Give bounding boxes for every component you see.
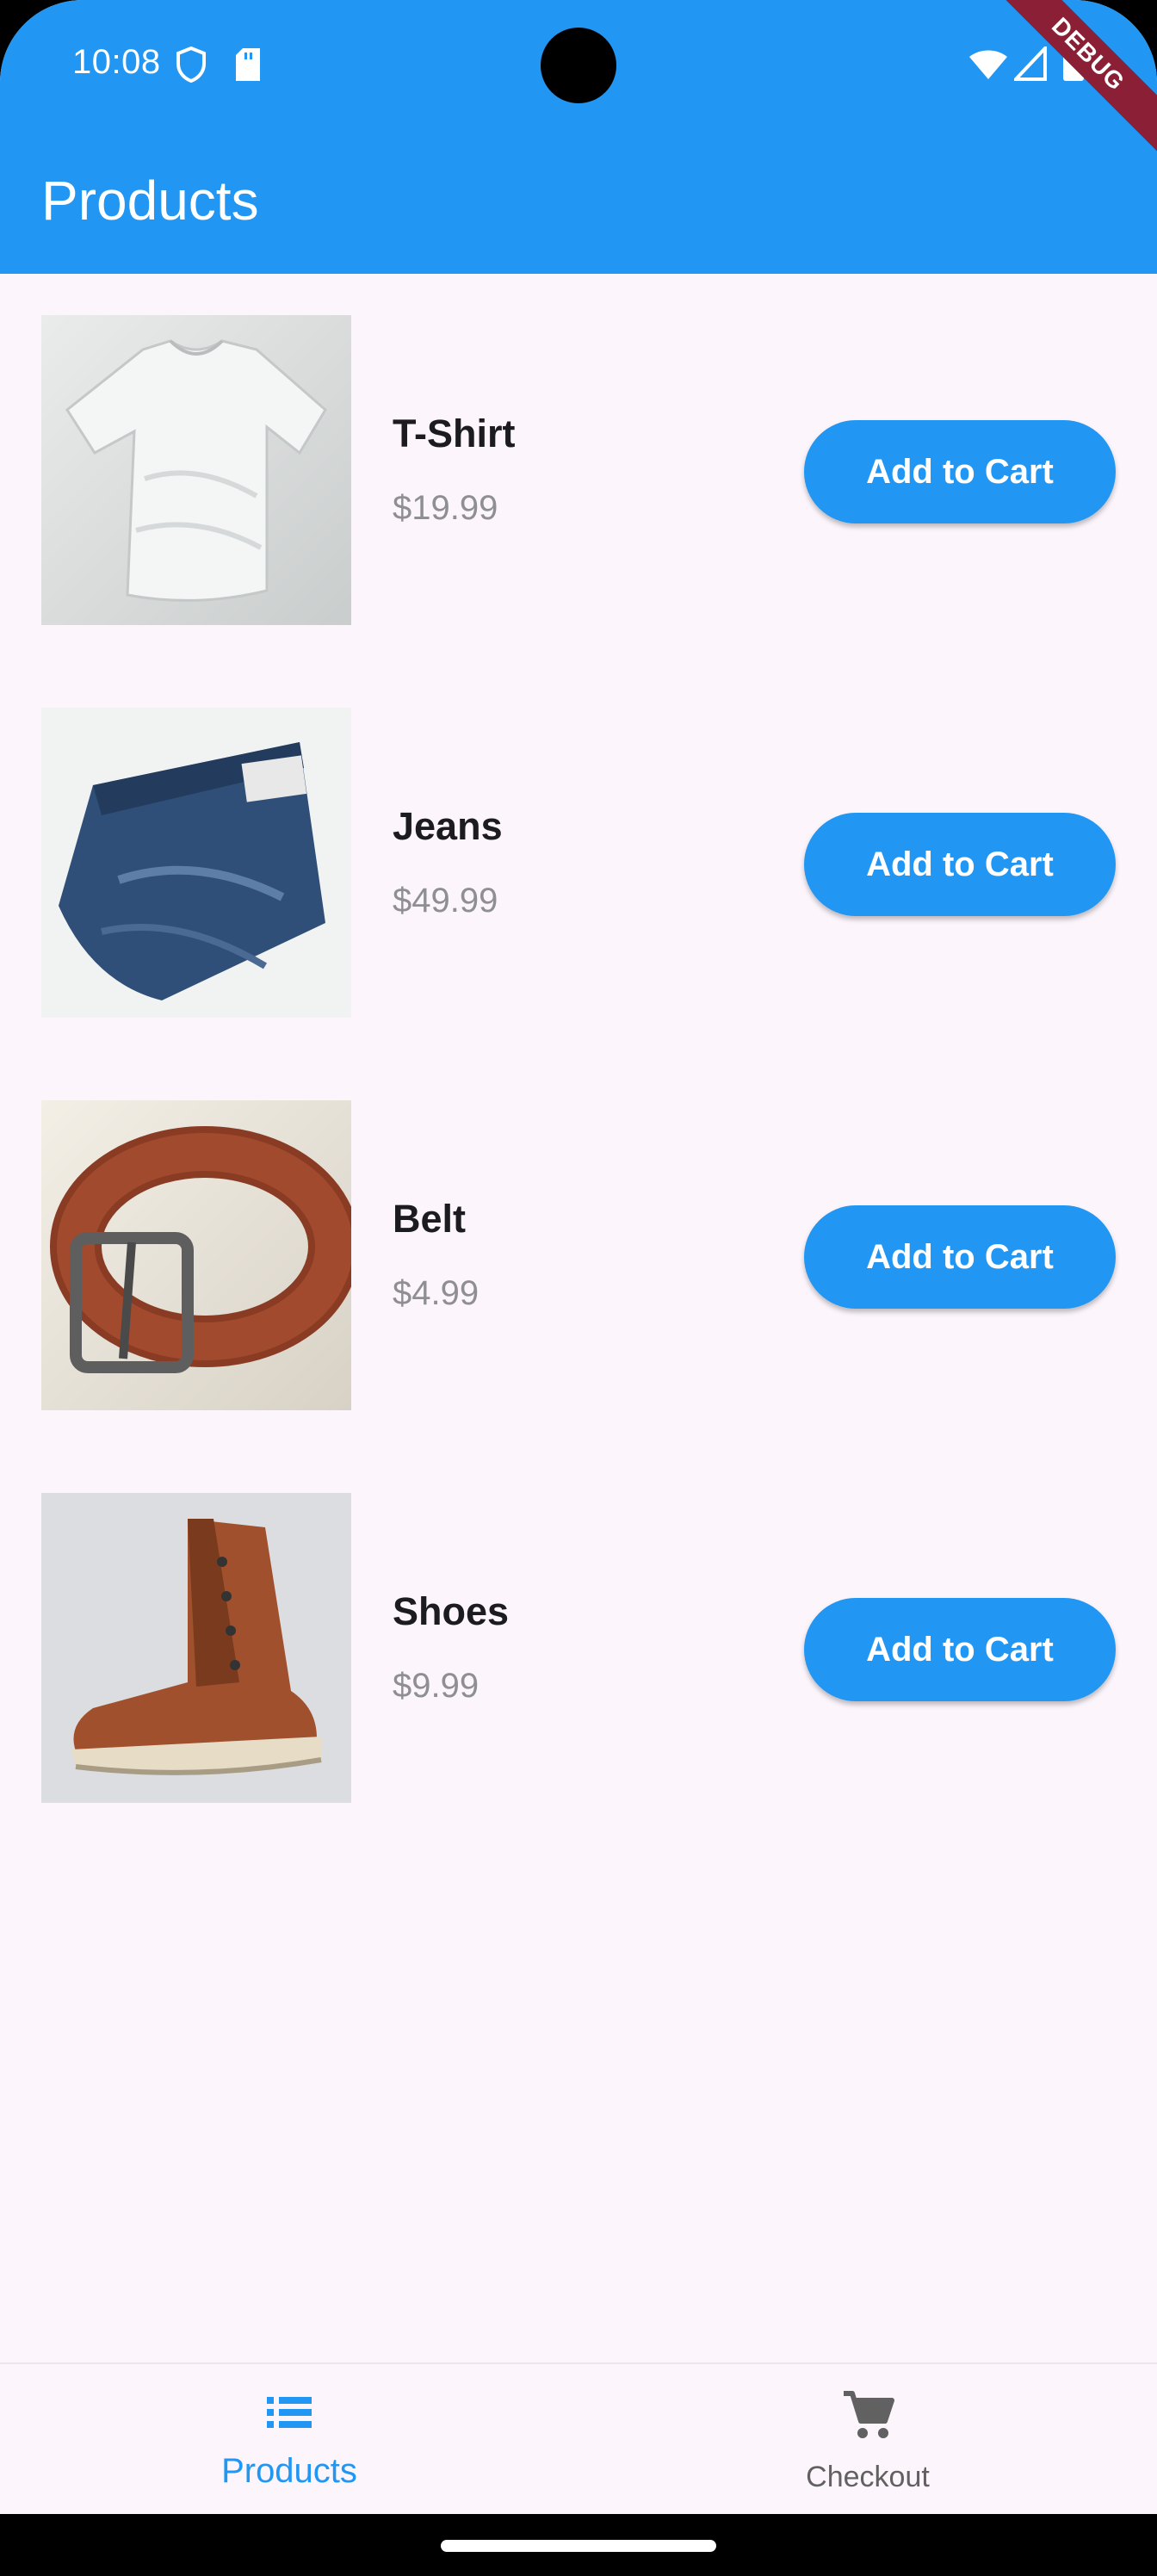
wifi-icon: [968, 46, 1009, 85]
product-name: Jeans: [393, 804, 503, 848]
sd-card-icon: [234, 48, 262, 85]
gesture-bar[interactable]: [441, 2540, 716, 2552]
page-title: Products: [41, 170, 259, 232]
add-to-cart-button[interactable]: Add to Cart: [804, 813, 1116, 916]
jeans-image: [41, 708, 351, 1018]
nav-item-products[interactable]: Products: [0, 2364, 578, 2514]
product-row: Belt $4.99 Add to Cart: [0, 1059, 1157, 1410]
status-time: 10:08: [72, 43, 161, 81]
nav-label-products: Products: [221, 2452, 357, 2490]
product-name: Belt: [393, 1197, 467, 1241]
signal-icon: [1012, 43, 1047, 85]
tshirt-image: [41, 315, 351, 625]
front-camera: [541, 28, 616, 103]
cart-icon: [840, 2387, 895, 2446]
add-to-cart-button[interactable]: Add to Cart: [804, 1205, 1116, 1309]
add-to-cart-button[interactable]: Add to Cart: [804, 420, 1116, 523]
product-row: Shoes $9.99 Add to Cart: [0, 1452, 1157, 1803]
product-row: Jeans $49.99 Add to Cart: [0, 666, 1157, 1018]
bottom-navigation: Products Checkout: [0, 2362, 1157, 2514]
belt-image: [41, 1100, 351, 1410]
app-bar: 10:08 Products DEBUG: [0, 0, 1157, 274]
product-price: $4.99: [393, 1274, 480, 1312]
product-price: $49.99: [393, 882, 498, 920]
product-name: T-Shirt: [393, 412, 516, 455]
nav-item-checkout[interactable]: Checkout: [578, 2364, 1157, 2514]
list-icon: [263, 2387, 315, 2443]
product-price: $19.99: [393, 489, 498, 527]
product-row: T-Shirt $19.99 Add to Cart: [0, 274, 1157, 625]
nav-label-checkout: Checkout: [806, 2461, 930, 2493]
product-price: $9.99: [393, 1667, 480, 1705]
add-to-cart-button[interactable]: Add to Cart: [804, 1598, 1116, 1701]
screen: 10:08 Products DEBUG T-Shirt $19.99 Add …: [0, 0, 1157, 2576]
shoes-image: [41, 1493, 351, 1803]
product-name: Shoes: [393, 1589, 510, 1633]
shield-icon: [176, 46, 207, 87]
app-frame: 10:08 Products DEBUG T-Shirt $19.99 Add …: [0, 0, 1157, 2514]
